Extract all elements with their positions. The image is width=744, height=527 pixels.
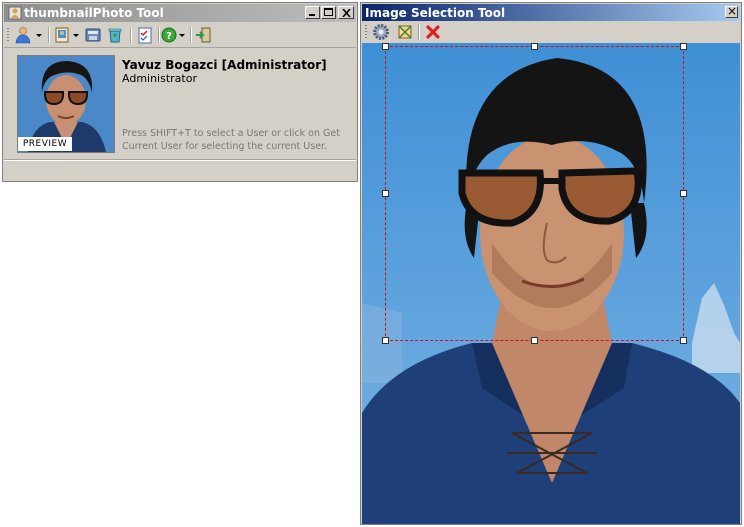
user-role: Administrator — [122, 72, 197, 85]
crop-selection-rectangle[interactable] — [382, 43, 687, 344]
crop-handle-right[interactable] — [680, 190, 687, 197]
user-dropdown-button[interactable] — [14, 26, 44, 44]
exit-icon — [196, 27, 211, 43]
selection-title-bar[interactable]: Image Selection Tool × — [362, 4, 740, 21]
help-dropdown-button[interactable]: ? — [160, 26, 186, 44]
settings-button[interactable] — [372, 23, 390, 41]
close-icon — [342, 9, 351, 17]
toolbar-separator — [190, 27, 192, 43]
svg-text:?: ? — [166, 31, 172, 42]
maximize-button[interactable] — [321, 6, 336, 19]
user-name: Yavuz Bogazci [Administrator] — [122, 58, 327, 72]
exit-button[interactable] — [194, 26, 212, 44]
status-divider — [4, 159, 356, 161]
crop-handle-left[interactable] — [382, 190, 389, 197]
checklist-icon — [138, 27, 152, 44]
crop-handle-top-left[interactable] — [382, 43, 389, 50]
photo-icon — [55, 27, 69, 43]
image-canvas[interactable] — [362, 43, 740, 524]
main-window-title: thumbnailPhoto Tool — [24, 6, 164, 20]
crop-handle-bottom[interactable] — [531, 337, 538, 344]
cancel-button[interactable] — [424, 23, 442, 41]
crop-handle-top-right[interactable] — [680, 43, 687, 50]
close-icon: × — [727, 4, 738, 18]
photo-dropdown-button[interactable] — [54, 26, 80, 44]
selection-toolbar — [362, 21, 740, 43]
user-icon — [15, 27, 31, 44]
toolbar-grip[interactable] — [7, 28, 9, 42]
recycle-icon — [108, 28, 122, 43]
crop-icon — [398, 25, 412, 39]
preview-label: PREVIEW — [18, 137, 72, 151]
hint-text: Press SHIFT+T to select a User or click … — [122, 128, 340, 152]
help-icon: ? — [161, 27, 177, 43]
save-icon — [85, 28, 101, 42]
main-toolbar: ? — [4, 23, 356, 48]
toolbar-separator — [48, 27, 50, 43]
checklist-button[interactable] — [136, 26, 154, 44]
minimize-button[interactable] — [305, 6, 320, 19]
toolbar-separator — [418, 24, 420, 40]
toolbar-separator — [130, 27, 132, 43]
close-button[interactable] — [338, 6, 354, 19]
toolbar-grip[interactable] — [365, 25, 367, 39]
app-icon — [8, 6, 22, 20]
crop-button[interactable] — [396, 23, 414, 41]
selection-window-title: Image Selection Tool — [365, 6, 506, 20]
save-button[interactable] — [84, 26, 102, 44]
main-title-bar[interactable]: thumbnailPhoto Tool — [4, 4, 356, 22]
thumbnailphoto-window: thumbnailPhoto Tool ? PREVIEW Yavuz Boga… — [2, 2, 358, 182]
close-icon — [426, 25, 440, 39]
image-selection-window: Image Selection Tool × — [360, 2, 742, 525]
crop-handle-top[interactable] — [531, 43, 538, 50]
crop-handle-bottom-left[interactable] — [382, 337, 389, 344]
crop-handle-bottom-right[interactable] — [680, 337, 687, 344]
selection-close-button[interactable]: × — [725, 4, 738, 18]
gear-icon — [373, 24, 389, 40]
recycle-button[interactable] — [106, 26, 124, 44]
